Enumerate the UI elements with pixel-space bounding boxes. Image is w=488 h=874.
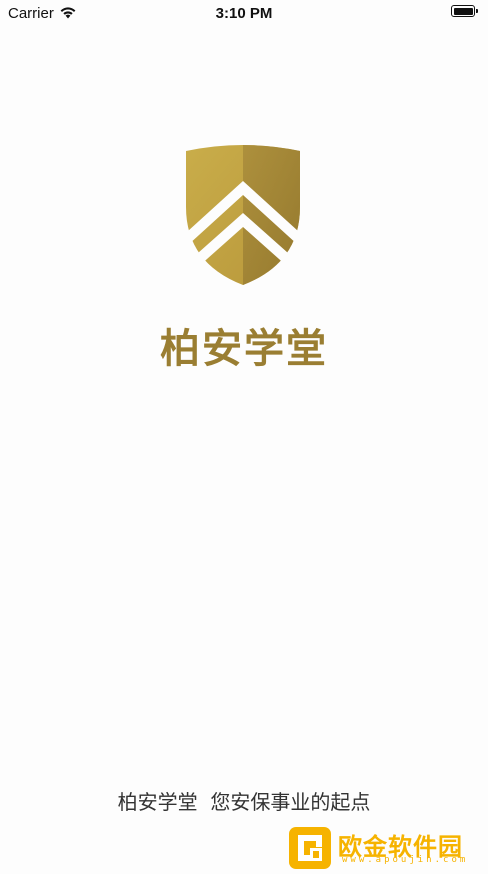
watermark-logo-icon (289, 827, 331, 869)
status-time: 3:10 PM (215, 5, 273, 22)
brand-name: 柏安学堂 (160, 326, 328, 372)
splash-screen: Carrier 3:10 PM 柏安学堂 柏安学堂 您安保事业的起点 欧金软件园… (0, 0, 488, 874)
watermark-url: www.apoujin.com (342, 855, 469, 865)
status-bar: Carrier 3:10 PM (0, 0, 488, 26)
slogan-text: 柏安学堂 您安保事业的起点 (117, 790, 371, 814)
shield-logo-icon (186, 145, 300, 285)
battery-icon (451, 5, 478, 17)
watermark: 欧金软件园 www.apoujin.com (288, 826, 483, 870)
